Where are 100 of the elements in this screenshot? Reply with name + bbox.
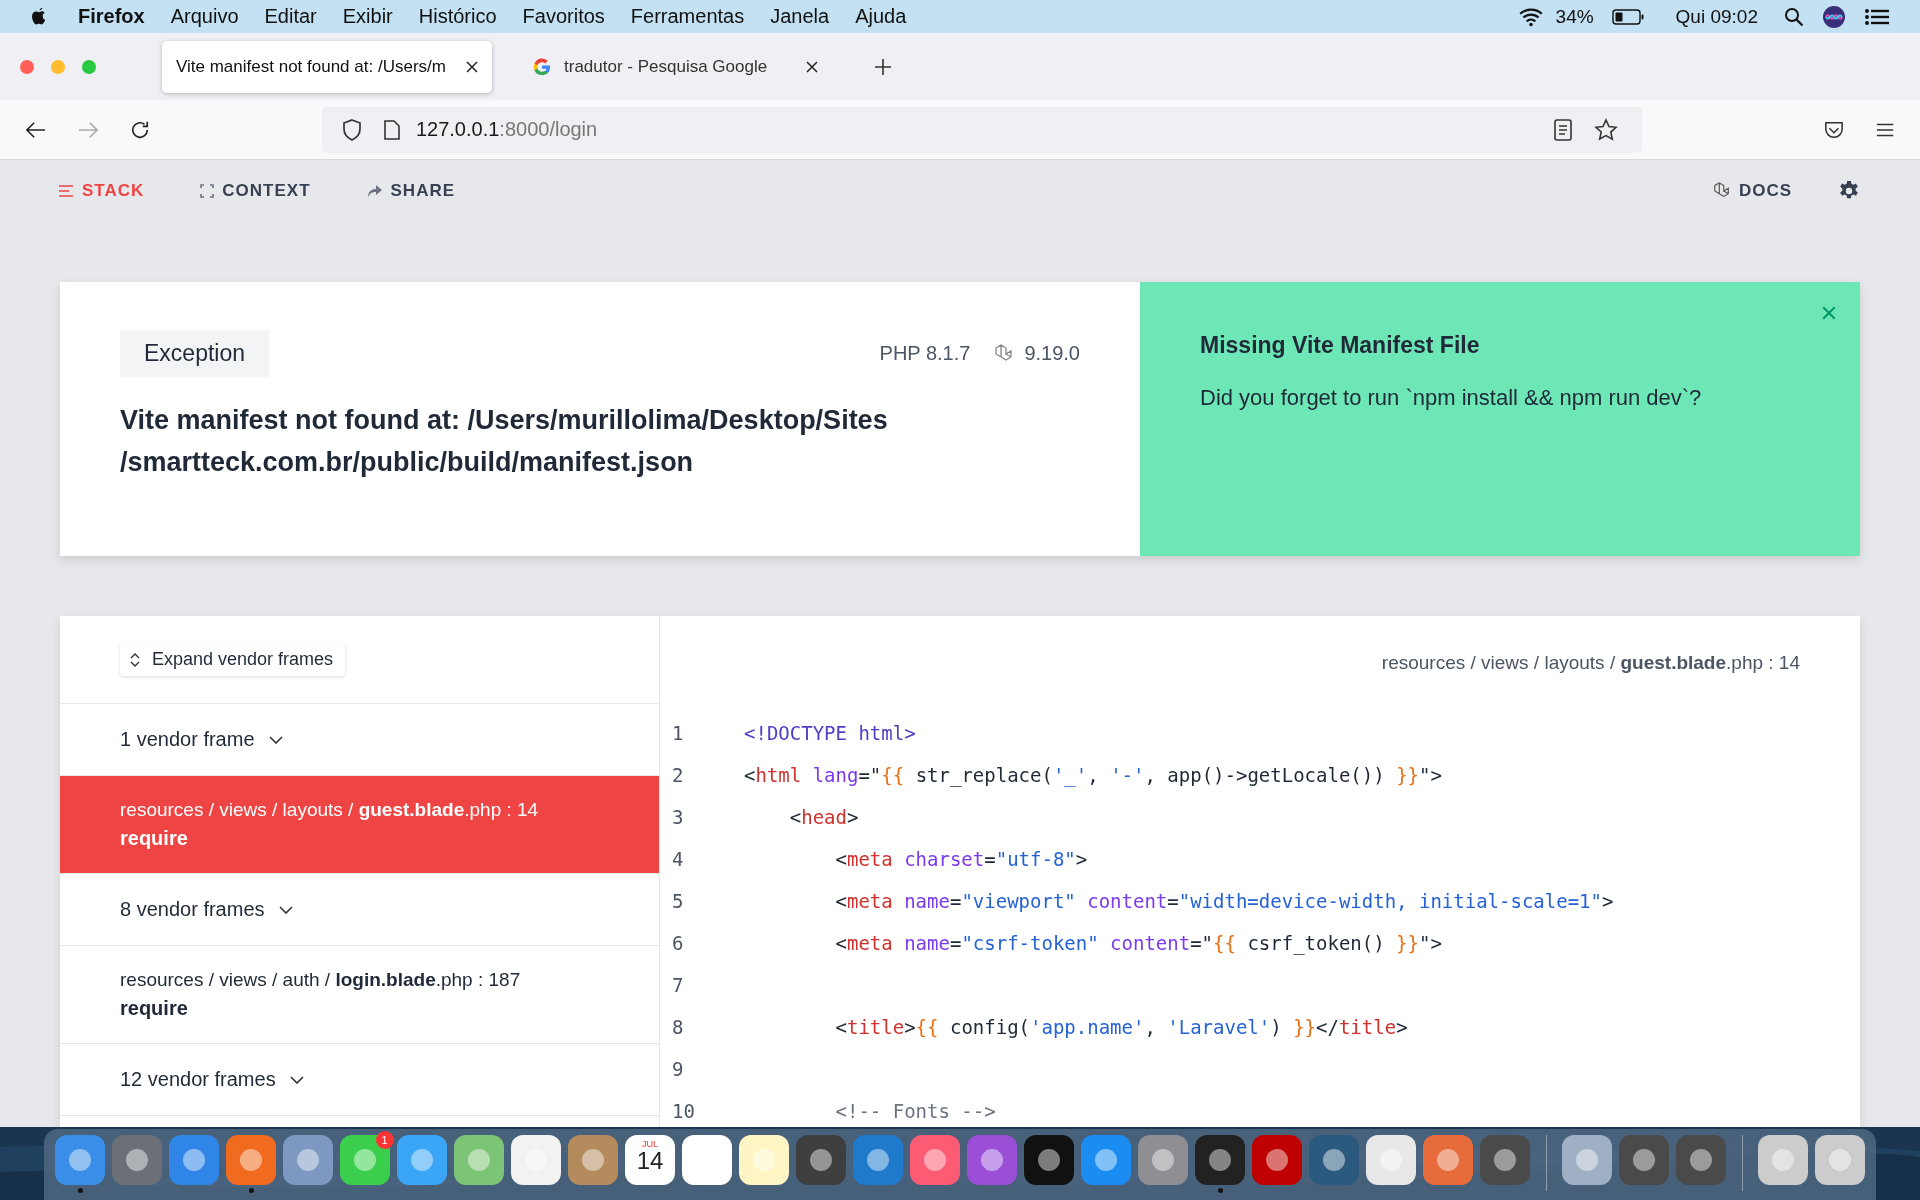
app-icon[interactable] [1024,1135,1074,1185]
menu-clock[interactable]: Qui 09:02 [1675,5,1758,28]
stack-frame[interactable]: resources / views / auth / login.blade.php : 187 require [60,946,659,1044]
search-icon[interactable] [1784,6,1804,27]
reader-view-icon[interactable] [1553,118,1572,141]
google-icon [532,56,552,77]
close-tab-icon[interactable] [806,60,818,73]
app-icon[interactable] [1309,1135,1359,1185]
app-icon[interactable] [283,1135,333,1185]
chevron-icon [278,905,293,914]
solution-title: Missing Vite Manifest File [1200,332,1481,359]
app-icon[interactable] [1195,1135,1245,1185]
php-version: PHP 8.1.7 [879,342,971,365]
menu-icon[interactable] [1875,121,1894,138]
code-line: <meta charset="utf-8"> [834,848,1088,870]
battery-icon[interactable] [1611,8,1644,25]
code-line: <html lang="{{ str_replace('_', '-', app()->getLocale()) }}"> [744,764,1442,786]
app-icon[interactable] [511,1135,561,1185]
url-path: :8000/login [499,118,598,140]
docs-link[interactable]: DOCS [1712,181,1792,201]
menu-app-name[interactable]: Firefox [78,5,145,28]
app-icon[interactable] [454,1135,504,1185]
exception-message: Vite manifest not found at: /Users/murillolima/Desktop/Sites /smartteck.com.br/public/build/manifest.json [120,404,889,479]
close-icon[interactable] [1822,306,1836,320]
app-icon[interactable] [55,1135,105,1185]
browser-tab[interactable]: Vite manifest not found at: /Users/m [162,40,492,93]
line-number: 3 [671,806,685,828]
line-number: 6 [671,932,685,954]
expand-vendor-frames-button[interactable]: Expand vendor frames [120,643,346,676]
corners-icon [200,184,215,198]
menu-item[interactable]: Ajuda [855,5,907,28]
app-icon[interactable] [910,1135,960,1185]
code-line: <!DOCTYPE html> [744,722,916,744]
code-line: <meta name="viewport" content="width=device-width, initial-scale=1"> [834,890,1614,912]
code-line: <meta name="csrf-token" content="{{ csrf_token() }}"> [834,932,1442,954]
menu-item[interactable]: Favoritos [522,5,605,28]
new-tab-icon[interactable] [874,57,892,76]
exception-badge: Exception [120,330,269,377]
line-number: 9 [671,1058,685,1080]
up-down-chevron-icon [130,651,140,668]
line-number: 4 [671,848,685,870]
app-icon[interactable] [226,1135,276,1185]
list-icon [58,184,74,198]
shield-icon[interactable] [341,118,362,141]
pocket-icon[interactable] [1823,119,1844,140]
app-icon[interactable] [1619,1135,1669,1185]
close-tab-icon[interactable] [466,60,478,73]
line-number: 2 [671,764,685,786]
app-icon[interactable] [397,1135,447,1185]
apple-icon[interactable] [30,6,48,27]
code-line: <!-- Fonts --> [834,1100,996,1122]
address-bar[interactable]: 127.0.0.1:8000/login [321,106,1642,153]
app-icon[interactable] [340,1135,390,1185]
app-icon[interactable] [682,1135,732,1185]
calendar-icon[interactable]: JUL 14 [625,1135,675,1185]
code-line: <head> [788,806,859,828]
vendor-frames-toggle[interactable]: 8 vendor frames [120,898,293,921]
line-number: 10 [671,1100,696,1122]
app-icon[interactable] [169,1135,219,1185]
stack-frame[interactable]: resources / views / layouts / guest.blade.php : 14 require [60,776,659,874]
menu-item[interactable]: Editar [264,5,317,28]
wifi-icon[interactable] [1517,6,1544,27]
line-number: 1 [671,722,685,744]
app-icon[interactable] [1366,1135,1416,1185]
app-icon[interactable] [1081,1135,1131,1185]
frame-method: require [120,997,189,1020]
siri-icon[interactable] [1822,4,1846,29]
menu-item[interactable]: Exibir [342,5,393,28]
close-window-button[interactable] [20,59,34,74]
app-icon[interactable] [1480,1135,1530,1185]
control-center-icon[interactable] [1864,6,1890,27]
battery-percentage: 34% [1555,5,1594,28]
share-icon [366,184,383,198]
back-icon[interactable] [26,120,46,139]
laravel-icon [1712,182,1731,200]
toolbar-tab[interactable]: SHARE [366,181,456,201]
page-icon [383,119,400,140]
star-icon[interactable] [1593,117,1618,142]
app-icon[interactable] [1758,1135,1808,1185]
app-icon[interactable] [796,1135,846,1185]
app-icon[interactable] [1676,1135,1726,1185]
app-icon[interactable] [568,1135,618,1185]
vendor-frames-toggle[interactable]: 1 vendor frame [120,728,283,751]
app-icon[interactable] [739,1135,789,1185]
app-icon[interactable] [1423,1135,1473,1185]
app-icon[interactable] [1815,1135,1865,1185]
app-icon[interactable] [1138,1135,1188,1185]
browser-tab[interactable]: tradutor - Pesquisa Google [502,40,832,93]
menu-item[interactable]: Arquivo [170,5,239,28]
app-icon[interactable] [853,1135,903,1185]
line-number: 8 [671,1016,685,1038]
vendor-frames-toggle[interactable]: 12 vendor frames [120,1068,304,1091]
solution-text: Did you forget to run `npm install && npm run dev`? [1200,385,1703,411]
app-icon[interactable] [1562,1135,1612,1185]
app-icon[interactable] [112,1135,162,1185]
toolbar-tab[interactable]: CONTEXT [200,181,311,201]
menu-item[interactable]: Ferramentas [630,5,745,28]
menu-item[interactable]: Janela [770,5,830,28]
app-icon[interactable] [967,1135,1017,1185]
menu-item[interactable]: Histórico [418,5,497,28]
